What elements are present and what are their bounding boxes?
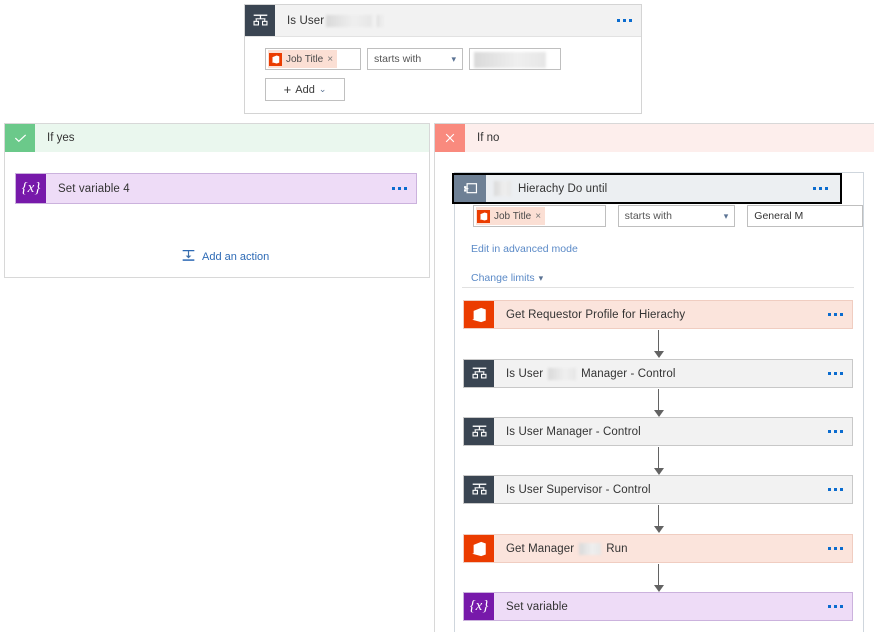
card-set-variable-4[interactable]: {x} Set variable 4 [15, 173, 417, 204]
card-get-requestor-profile[interactable]: Get Requestor Profile for Hierachy [463, 300, 853, 329]
condition-operator-select[interactable]: starts with ▾ [367, 48, 463, 70]
chevron-down-icon: ▾ [451, 53, 456, 64]
connector-arrow [653, 330, 664, 358]
card-title-prefix: Get Manager [506, 542, 575, 555]
connector-arrow [653, 389, 664, 417]
redacted-title-block [579, 542, 602, 555]
redacted-value-block [474, 52, 546, 68]
add-an-action-label: Add an action [202, 251, 270, 263]
office365-icon [464, 301, 494, 328]
condition-card-more-button[interactable] [607, 5, 641, 36]
office365-icon [269, 52, 282, 66]
checkmark-icon [5, 124, 35, 152]
if-yes-label: If yes [47, 132, 75, 144]
card-more-button[interactable] [818, 476, 852, 503]
office365-icon [477, 209, 490, 223]
add-action-icon [181, 248, 196, 266]
card-title-suffix: Run [606, 542, 628, 555]
control-condition-icon [464, 476, 494, 503]
redacted-title-block [548, 367, 577, 380]
condition-operand-field[interactable]: Job Title × [265, 48, 361, 70]
condition-value-input[interactable] [469, 48, 561, 70]
connector-arrow [653, 564, 664, 592]
card-title-get-manager-run: Get Manager Run [494, 535, 818, 562]
redacted-title-block [494, 181, 511, 196]
plus-icon: + [283, 82, 292, 97]
office365-icon [464, 535, 494, 562]
do-until-divider [462, 287, 854, 288]
condition-card-body: Job Title × starts with ▾ + Add ⌄ [245, 37, 641, 101]
card-is-user-manager-control-2[interactable]: Is User Manager - Control [463, 417, 853, 446]
card-more-button[interactable] [818, 360, 852, 387]
card-title-set-variable-4: Set variable 4 [58, 182, 130, 195]
add-condition-button[interactable]: + Add ⌄ [265, 78, 345, 101]
job-title-token[interactable]: Job Title × [268, 50, 338, 68]
operator-value: starts with [624, 210, 672, 222]
chevron-down-icon: ⌄ [318, 84, 327, 94]
job-title-token[interactable]: Job Title × [476, 207, 546, 225]
card-is-user-manager-control-1[interactable]: Is User Manager - Control [463, 359, 853, 388]
do-until-card-header[interactable]: Hierachy Do until [452, 173, 842, 204]
card-title-is-user-supervisor-control: Is User Supervisor - Control [506, 483, 651, 496]
edit-in-advanced-mode-link[interactable]: Edit in advanced mode [471, 243, 578, 255]
set-variable-glyph: {x} [469, 598, 489, 614]
do-until-operator-select[interactable]: starts with ▾ [617, 205, 736, 227]
card-more-button[interactable] [818, 593, 852, 620]
card-title-set-variable: Set variable [506, 600, 568, 613]
do-until-value-input[interactable]: General M [747, 205, 863, 227]
chevron-down-icon: ▾ [538, 272, 544, 283]
card-title-prefix: Is User [506, 367, 544, 380]
cross-icon [435, 124, 465, 152]
control-condition-icon [464, 418, 494, 445]
condition-card-title: Is User [275, 5, 607, 36]
token-remove-icon[interactable]: × [327, 54, 333, 65]
token-label: Job Title [494, 210, 532, 222]
change-limits-label: Change limits [471, 272, 535, 284]
connector-arrow [653, 505, 664, 533]
redacted-title-block [326, 14, 373, 27]
card-more-button[interactable] [818, 535, 852, 562]
do-until-value-text: General M [754, 210, 804, 222]
control-condition-icon [245, 5, 275, 36]
add-button-label: Add [295, 83, 315, 96]
do-until-operand-field[interactable]: Job Title × [473, 205, 606, 227]
condition-row: Job Title × starts with ▾ [265, 48, 641, 70]
do-until-title: Hierachy Do until [486, 175, 800, 202]
card-get-manager-run[interactable]: Get Manager Run [463, 534, 853, 563]
set-variable-icon: {x} [464, 593, 494, 620]
token-label: Job Title [286, 53, 324, 65]
do-until-icon [454, 175, 486, 202]
card-more-button[interactable] [818, 418, 852, 445]
card-more-button[interactable] [818, 301, 852, 328]
connector-arrow [653, 447, 664, 475]
do-until-title-text: Hierachy Do until [518, 182, 608, 195]
condition-card-header[interactable]: Is User [245, 5, 641, 37]
if-no-label: If no [477, 132, 500, 144]
card-is-user-supervisor-control[interactable]: Is User Supervisor - Control [463, 475, 853, 504]
add-an-action-button[interactable]: Add an action [181, 248, 269, 266]
card-set-variable[interactable]: {x} Set variable [463, 592, 853, 621]
redacted-title-block-2 [377, 14, 384, 27]
chevron-down-icon: ▾ [723, 210, 729, 221]
do-until-more-button[interactable] [800, 175, 840, 202]
control-condition-icon [464, 360, 494, 387]
card-title-get-requestor-profile: Get Requestor Profile for Hierachy [506, 308, 686, 321]
card-title-is-user-manager-control-1: Is User Manager - Control [494, 360, 818, 387]
set-variable-glyph: {x} [21, 180, 41, 196]
card-title-suffix: Manager - Control [581, 367, 676, 380]
if-yes-header: If yes [5, 124, 429, 152]
operator-value: starts with [374, 53, 422, 65]
card-more-button[interactable] [382, 174, 416, 203]
condition-card[interactable]: Is User Job Title × starts with ▾ + Add … [244, 4, 642, 114]
card-title-is-user-manager-control-2: Is User Manager - Control [506, 425, 641, 438]
set-variable-icon: {x} [16, 174, 46, 203]
flow-designer-canvas: Is User Job Title × starts with ▾ + Add … [0, 0, 874, 632]
condition-title-text: Is User [287, 14, 325, 27]
if-no-header: If no [435, 124, 874, 152]
change-limits-link[interactable]: Change limits ▾ [471, 272, 543, 284]
token-remove-icon[interactable]: × [535, 211, 541, 222]
